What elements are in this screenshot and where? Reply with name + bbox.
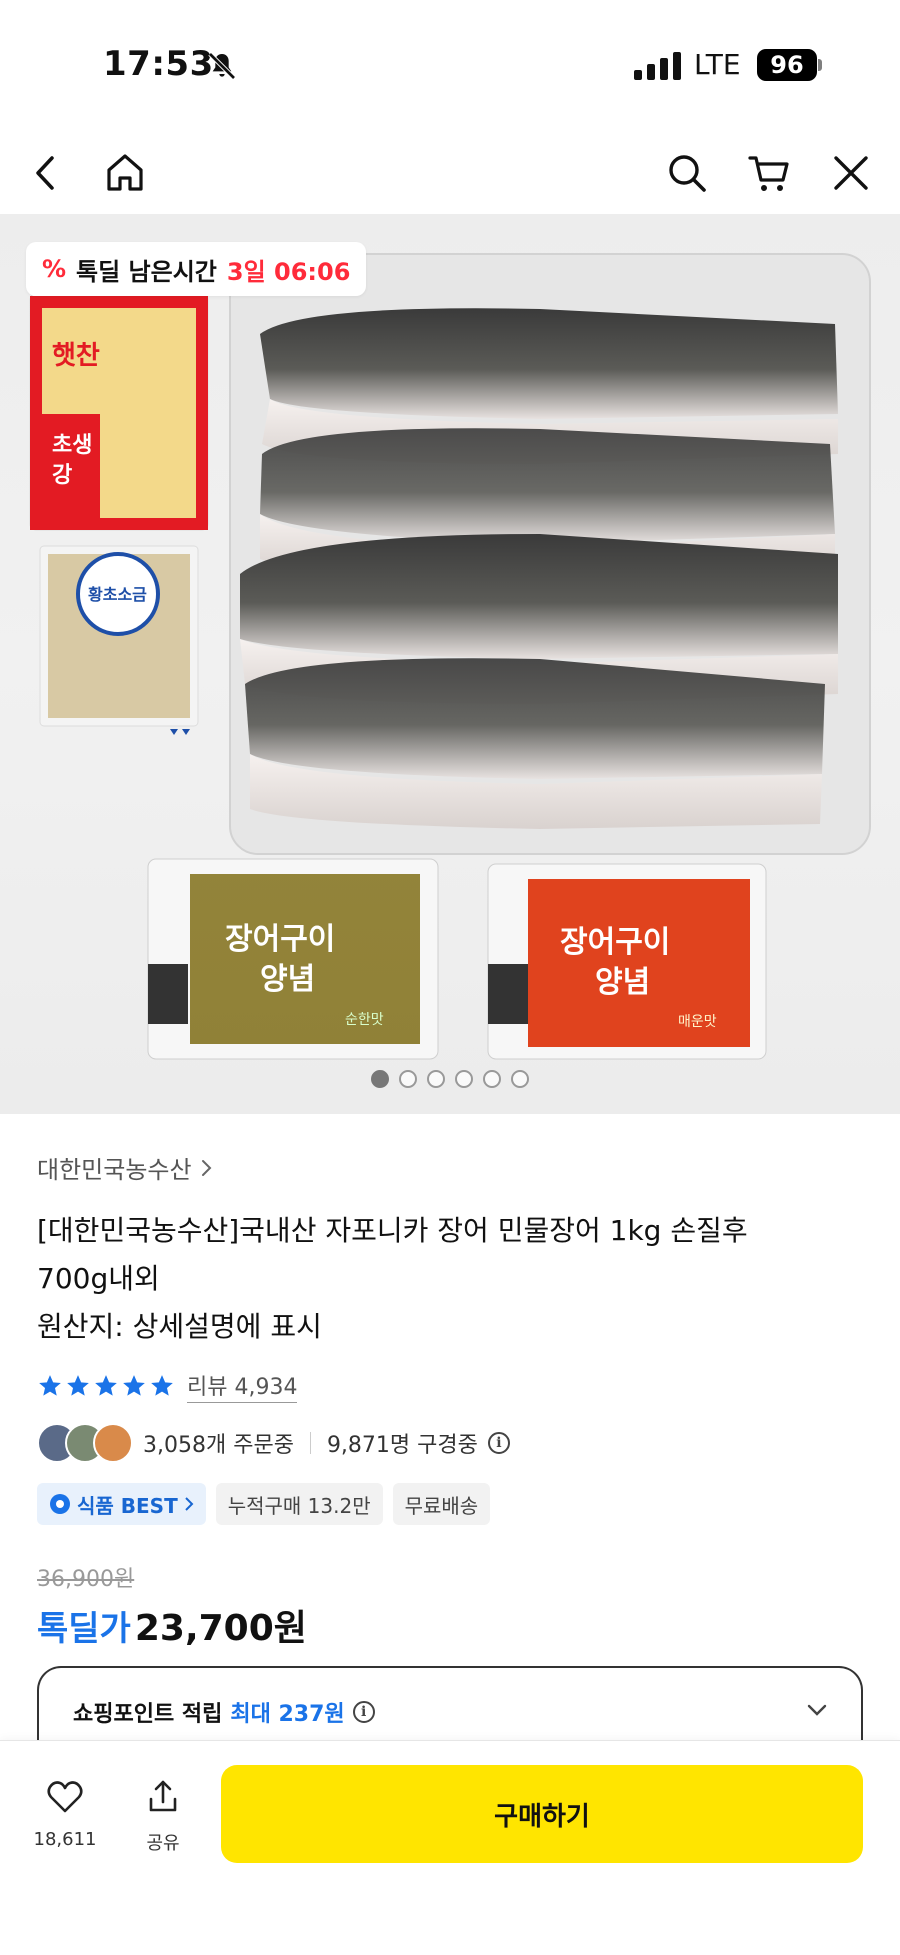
deal-price-label: 톡딜가: [37, 1609, 131, 1649]
signal-icon: [634, 52, 681, 80]
svg-text:매운맛: 매운맛: [678, 1014, 717, 1030]
product-image-carousel[interactable]: 햇찬 초생 강 황초소금 장어구이 양념 순한맛 장어구이 양념 매운맛 % 톡…: [0, 214, 900, 1114]
share-button[interactable]: 공유: [118, 1777, 208, 1855]
product-tags: 식품 BEST 누적구매 13.2만 무료배송: [37, 1483, 863, 1525]
back-icon[interactable]: [24, 150, 70, 196]
status-time: 17:53: [103, 44, 214, 84]
navigation-bar: [0, 130, 900, 214]
product-origin: 원산지: 상세설명에 표시: [37, 1310, 322, 1343]
divider: [309, 1432, 311, 1454]
category-best-label: 식품 BEST: [77, 1493, 178, 1518]
carousel-dot[interactable]: [399, 1070, 417, 1088]
review-count-link[interactable]: 리뷰 4,934: [187, 1369, 298, 1403]
svg-text:장어구이: 장어구이: [225, 922, 335, 957]
free-shipping-tag: 무료배송: [392, 1483, 491, 1525]
svg-text:강: 강: [52, 463, 72, 488]
social-proof-row: 3,058개 주문중 9,871명 구경중 i: [37, 1423, 863, 1463]
points-text: 쇼핑포인트 적립 최대 237원 i: [73, 1696, 375, 1728]
bottom-action-bar: 18,611 공유 구매하기: [0, 1740, 900, 1955]
rating-row: 리뷰 4,934: [37, 1369, 863, 1403]
cart-icon[interactable]: [746, 150, 792, 196]
status-bar: 17:53 LTE 96: [0, 0, 900, 130]
home-icon[interactable]: [102, 150, 148, 196]
ordering-count: 3,058개 주문중: [143, 1433, 294, 1458]
svg-text:장어구이: 장어구이: [560, 925, 670, 960]
share-icon: [149, 1780, 177, 1812]
product-title-line1: [대한민국농수산]국내산 자포니카 장어 민물장어 1kg 손질후: [37, 1214, 748, 1247]
battery-nub: [818, 59, 822, 71]
star-rating: [37, 1373, 175, 1399]
carousel-pagination: [0, 1070, 900, 1088]
svg-text:양념: 양념: [595, 965, 650, 1000]
star-icon: [39, 1375, 61, 1396]
cumulative-purchase-tag: 누적구매 13.2만: [215, 1483, 383, 1525]
chevron-right-icon: [201, 1159, 211, 1176]
chevron-right-icon: [185, 1497, 194, 1511]
original-price: 36,900원: [37, 1567, 135, 1592]
carousel-dot[interactable]: [455, 1070, 473, 1088]
like-count: 18,611: [33, 1829, 97, 1850]
product-title-line2: 700g내외: [37, 1262, 160, 1295]
star-icon: [95, 1375, 117, 1396]
avatar: [93, 1423, 133, 1463]
ginger-pack-label: 햇찬: [52, 341, 100, 371]
price-row: 톡딜가 23,700원: [37, 1599, 863, 1651]
watching-count: 9,871명 구경중: [326, 1433, 478, 1458]
category-best-tag[interactable]: 식품 BEST: [37, 1483, 206, 1525]
star-icon: [151, 1375, 173, 1396]
search-icon[interactable]: [664, 150, 710, 196]
deal-countdown: 3일 06:06: [226, 257, 351, 286]
buy-button[interactable]: 구매하기: [221, 1765, 863, 1863]
battery-indicator: 96: [757, 49, 817, 81]
network-type: LTE: [694, 48, 741, 81]
svg-text:황초소금: 황초소금: [88, 585, 147, 604]
seller-link[interactable]: 대한민국농수산: [37, 1150, 863, 1185]
points-label: 쇼핑포인트 적립: [73, 1702, 223, 1727]
close-icon[interactable]: [828, 150, 874, 196]
carousel-dot[interactable]: [371, 1070, 389, 1088]
points-max: 최대 237원: [230, 1702, 345, 1727]
carousel-dot[interactable]: [483, 1070, 501, 1088]
product-info: 대한민국농수산 [대한민국농수산]국내산 자포니카 장어 민물장어 1kg 손질…: [37, 1150, 863, 1651]
deal-countdown-badge: % 톡딜 남은시간 3일 06:06: [26, 242, 367, 296]
like-button[interactable]: 18,611: [20, 1777, 110, 1850]
star-icon: [67, 1375, 89, 1396]
buyer-avatars: [37, 1423, 133, 1463]
svg-text:초생: 초생: [52, 433, 92, 458]
percent-icon: %: [42, 255, 67, 283]
seller-name: 대한민국농수산: [37, 1156, 192, 1184]
info-icon[interactable]: i: [487, 1432, 510, 1454]
product-photo: 햇찬 초생 강 황초소금 장어구이 양념 순한맛 장어구이 양념 매운맛: [29, 253, 871, 1060]
info-icon[interactable]: i: [352, 1701, 375, 1723]
carousel-dot[interactable]: [511, 1070, 529, 1088]
svg-text:양념: 양념: [260, 962, 315, 997]
share-label: 공유: [146, 1833, 180, 1854]
heart-icon: [47, 1781, 83, 1813]
bell-off-icon: [208, 52, 236, 80]
product-title: [대한민국농수산]국내산 자포니카 장어 민물장어 1kg 손질후 700g내외…: [37, 1207, 863, 1351]
star-icon: [123, 1375, 145, 1396]
deal-price: 23,700원: [134, 1608, 307, 1649]
deal-badge-label: 톡딜 남은시간: [76, 257, 217, 286]
badge-icon: [50, 1494, 70, 1514]
carousel-dot[interactable]: [427, 1070, 445, 1088]
chevron-down-icon: [807, 1704, 827, 1716]
svg-text:순한맛: 순한맛: [345, 1012, 384, 1028]
